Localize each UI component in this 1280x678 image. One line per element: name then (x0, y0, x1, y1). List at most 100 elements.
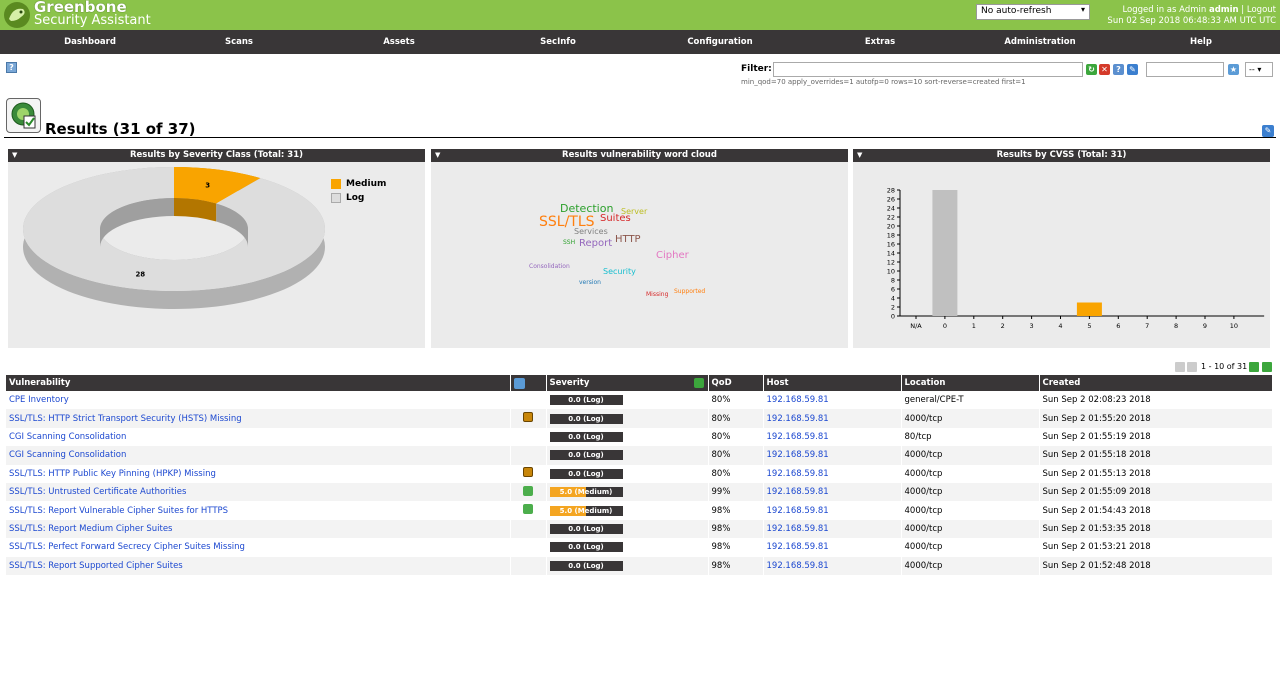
next-page-icon[interactable] (1249, 362, 1259, 372)
host-link[interactable]: 192.168.59.81 (767, 469, 829, 479)
menu-administration[interactable]: Administration (960, 30, 1120, 54)
severity-bar: 0.0 (Log) (549, 395, 623, 406)
icon-cell (510, 482, 547, 502)
created-cell: Sun Sep 2 01:55:19 2018 (1039, 427, 1273, 447)
vulnerability-cell: SSL/TLS: HTTP Public Key Pinning (HPKP) … (6, 464, 511, 483)
host-link[interactable]: 192.168.59.81 (767, 542, 829, 552)
menu-scans[interactable]: Scans (159, 30, 319, 54)
vulnerability-link[interactable]: CPE Inventory (9, 395, 69, 405)
menu-assets[interactable]: Assets (319, 30, 479, 54)
table-row: SSL/TLS: HTTP Public Key Pinning (HPKP) … (6, 464, 1273, 483)
icon-cell (510, 519, 547, 539)
menu-help[interactable]: Help (1121, 30, 1280, 54)
severity-bar: 0.0 (Log) (549, 450, 623, 461)
host-link[interactable]: 192.168.59.81 (767, 395, 829, 405)
col-host[interactable]: Host (763, 375, 902, 391)
legend-label: Medium (346, 179, 387, 189)
solution-icon[interactable] (523, 485, 533, 496)
help-icon[interactable]: ? (6, 62, 17, 73)
note-icon[interactable] (523, 412, 533, 423)
qod-cell: 80% (708, 446, 764, 465)
logout-link[interactable]: Logout (1247, 5, 1276, 15)
host-link[interactable]: 192.168.59.81 (767, 414, 829, 424)
table-row: SSL/TLS: HTTP Strict Transport Security … (6, 409, 1273, 428)
previous-page-icon[interactable] (1187, 362, 1197, 372)
menu-dashboard[interactable]: Dashboard (10, 30, 170, 54)
severity-cell: 5.0 (Medium) (546, 501, 709, 520)
vulnerability-link[interactable]: SSL/TLS: Untrusted Certificate Authoriti… (9, 487, 186, 497)
legend-swatch (331, 178, 341, 189)
cvss-bar-chart: 0246810121416182022242628N/A 0 1 2 3 4 5 6 7 8 9 10 (887, 187, 1265, 330)
results-table: Vulnerability Severity QoD Host Location… (6, 375, 1273, 575)
legend-item-medium: Medium (331, 177, 386, 191)
panel-header: ▼ Results by CVSS (Total: 31) (853, 149, 1270, 162)
word-cloud-word: SSH (563, 239, 576, 246)
auto-refresh-select[interactable]: No auto-refresh ▾ (976, 4, 1090, 20)
severity-bar: 5.0 (Medium) (549, 505, 623, 516)
note-icon[interactable] (523, 467, 533, 478)
severity-text: 0.0 (Log) (568, 432, 604, 441)
icon-cell (510, 464, 547, 483)
y-tick-label: 18 (887, 232, 895, 240)
cvss-panel: ▼ Results by CVSS (Total: 31) 0 2 4 6 8 10 12 1… (853, 149, 1270, 348)
severity-text: 0.0 (Log) (568, 414, 604, 423)
refresh-filter-icon[interactable]: ↻ (1086, 64, 1097, 75)
table-row: SSL/TLS: Untrusted Certificate Authoriti… (6, 482, 1273, 502)
user-link[interactable]: admin (1209, 5, 1239, 15)
vulnerability-link[interactable]: CGI Scanning Consolidation (9, 450, 126, 460)
severity-bar: 0.0 (Log) (549, 413, 623, 424)
location-cell: 4000/tcp (901, 464, 1040, 483)
host-link[interactable]: 192.168.59.81 (767, 450, 829, 460)
menu-extras[interactable]: Extras (800, 30, 960, 54)
host-link[interactable]: 192.168.59.81 (767, 524, 829, 534)
panel-menu-icon[interactable]: ▼ (435, 149, 440, 162)
severity-legend: Medium Log (331, 177, 386, 205)
severity-cell: 0.0 (Log) (546, 427, 709, 447)
x-tick-label: 2 (1001, 322, 1005, 330)
panel-menu-icon[interactable]: ▼ (857, 149, 862, 162)
menu-configuration[interactable]: Configuration (640, 30, 800, 54)
vulnerability-link[interactable]: CGI Scanning Consolidation (9, 432, 126, 442)
vulnerability-link[interactable]: SSL/TLS: HTTP Strict Transport Security … (9, 414, 242, 424)
severity-text: 5.0 (Medium) (559, 506, 613, 515)
last-page-icon[interactable] (1262, 362, 1272, 372)
vulnerability-link[interactable]: SSL/TLS: Report Supported Cipher Suites (9, 561, 183, 571)
solution-icon[interactable] (523, 504, 533, 515)
severity-bar: 5.0 (Medium) (549, 487, 623, 498)
filter-help-icon[interactable]: ? (1113, 64, 1124, 75)
vulnerability-link[interactable]: SSL/TLS: Report Medium Cipher Suites (9, 524, 173, 534)
host-link[interactable]: 192.168.59.81 (767, 432, 829, 442)
vulnerability-link[interactable]: SSL/TLS: Report Vulnerable Cipher Suites… (9, 506, 228, 516)
severity-text: 0.0 (Log) (568, 469, 604, 478)
col-vulnerability[interactable]: Vulnerability (6, 375, 511, 391)
save-filter-icon[interactable]: ★ (1228, 64, 1239, 75)
vulnerability-cell: SSL/TLS: Untrusted Certificate Authoriti… (6, 482, 511, 502)
filter-input[interactable] (773, 62, 1083, 77)
col-created[interactable]: Created (1039, 375, 1273, 391)
vulnerability-link[interactable]: SSL/TLS: HTTP Public Key Pinning (HPKP) … (9, 469, 216, 479)
host-link[interactable]: 192.168.59.81 (767, 506, 829, 516)
cvss-bar[interactable] (932, 190, 958, 316)
reset-filter-icon[interactable]: ✕ (1099, 64, 1110, 75)
y-tick-label: 20 (887, 223, 895, 231)
edit-dashboard-icon[interactable]: ✎ (1262, 125, 1274, 137)
col-qod[interactable]: QoD (708, 375, 764, 391)
col-location[interactable]: Location (901, 375, 1040, 391)
x-tick-label: 4 (1058, 322, 1062, 330)
host-cell: 192.168.59.81 (763, 427, 902, 447)
host-link[interactable]: 192.168.59.81 (767, 561, 829, 571)
edit-filter-icon[interactable]: ✎ (1127, 64, 1138, 75)
cvss-bar[interactable] (1076, 302, 1102, 317)
panel-menu-icon[interactable]: ▼ (12, 149, 17, 162)
filter-select-value: -- (1249, 65, 1255, 74)
vulnerability-link[interactable]: SSL/TLS: Perfect Forward Secrecy Cipher … (9, 542, 245, 552)
col-severity-label: Severity (549, 378, 590, 388)
col-severity[interactable]: Severity (546, 375, 709, 391)
first-page-icon[interactable] (1175, 362, 1185, 372)
auto-refresh-value: No auto-refresh (981, 6, 1052, 16)
filter-name-input[interactable] (1146, 62, 1224, 77)
host-link[interactable]: 192.168.59.81 (767, 487, 829, 497)
filter-select[interactable]: -- ▾ (1245, 62, 1273, 77)
menu-secinfo[interactable]: SecInfo (478, 30, 638, 54)
y-tick-label: 26 (887, 196, 895, 204)
